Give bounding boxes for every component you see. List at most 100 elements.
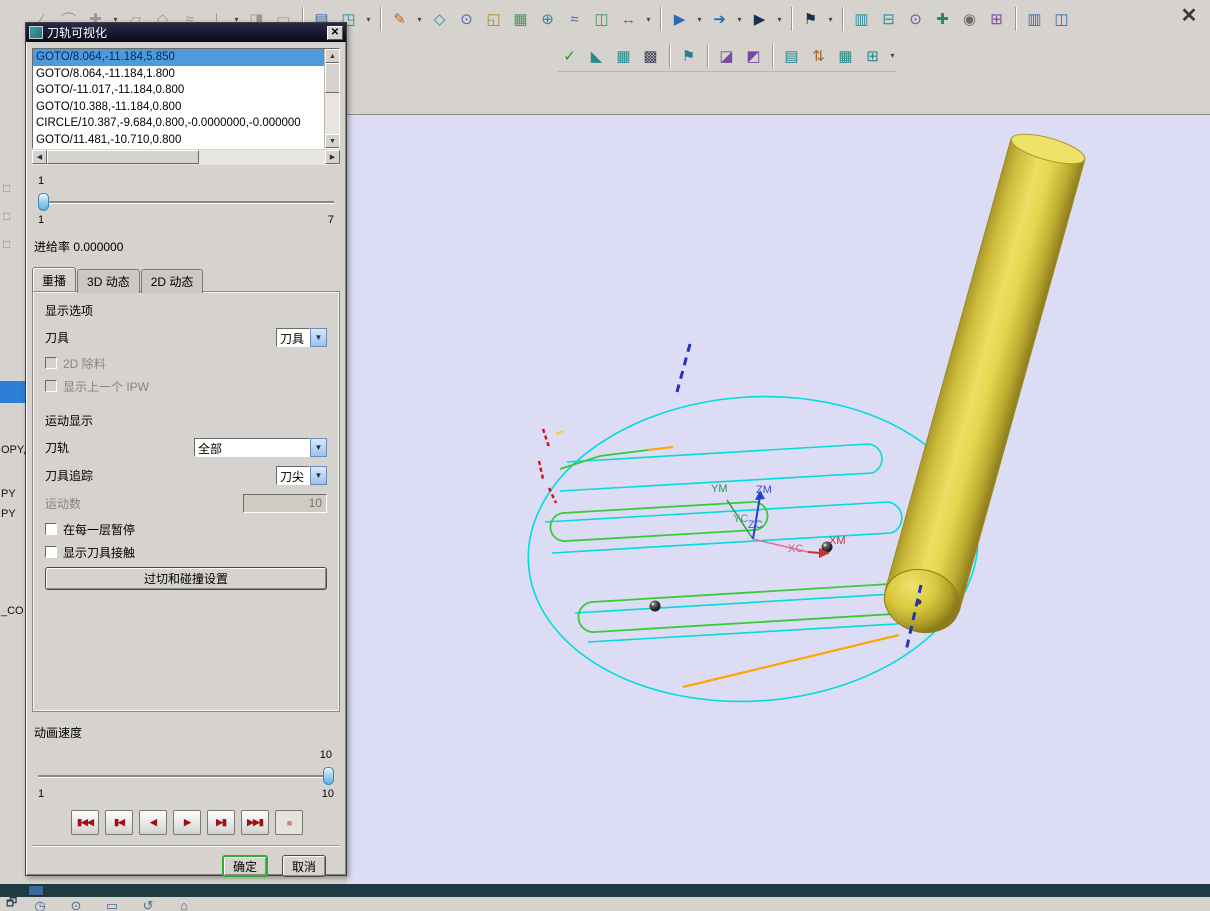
machine-sim-icon[interactable]: ▦ <box>612 44 635 67</box>
navigator-selected-row[interactable] <box>0 381 25 403</box>
move-icon[interactable]: ↔ <box>617 8 640 31</box>
history-icon[interactable]: ◷ <box>30 898 50 911</box>
scroll-down-button[interactable]: ▼ <box>325 134 339 148</box>
dropdown-caret-icon[interactable]: ▾ <box>775 15 784 24</box>
blend-icon[interactable]: ≈ <box>563 8 586 31</box>
workpiece-icon[interactable]: ▦ <box>834 44 857 67</box>
toolpath-display-combo[interactable]: 全部 ▼ <box>194 437 327 457</box>
dropdown-caret-icon[interactable]: ▾ <box>826 15 835 24</box>
dropdown-caret-icon[interactable]: ▾ <box>415 15 424 24</box>
step-forward-button[interactable]: ▶▮ <box>207 810 235 835</box>
add-icon[interactable]: ✚ <box>931 8 954 31</box>
slider-thumb[interactable] <box>323 767 334 785</box>
slider-groove[interactable] <box>38 775 334 777</box>
copy-face-icon[interactable]: ◫ <box>590 8 613 31</box>
navigator-node-icon[interactable]: □ <box>3 181 19 197</box>
shop-doc-icon[interactable]: ◪ <box>715 44 738 67</box>
sync-icon[interactable]: ⇅ <box>807 44 830 67</box>
scroll-right-button[interactable]: ▶ <box>325 150 340 164</box>
pause-each-level-option[interactable]: 在每一层暂停 <box>45 521 327 537</box>
dropdown-caret-icon[interactable]: ▾ <box>888 51 897 60</box>
window-icon[interactable]: ▥ <box>1023 8 1046 31</box>
toolpath-list-item[interactable]: CIRCLE/10.387,-9.684,0.800,-0.0000000,-0… <box>33 115 324 132</box>
measure-icon[interactable]: ⊙ <box>904 8 927 31</box>
cl-output-icon[interactable]: ◩ <box>742 44 765 67</box>
operation-list-icon[interactable]: ▤ <box>780 44 803 67</box>
close-icon[interactable]: ✕ <box>1176 2 1202 28</box>
chevron-down-icon[interactable]: ▼ <box>310 327 327 347</box>
toolpath-list-item[interactable]: GOTO/8.064,-11.184,1.800 <box>33 66 324 83</box>
chevron-down-icon[interactable]: ▼ <box>310 437 327 457</box>
user-icon[interactable]: ⊙ <box>66 898 86 911</box>
dropdown-caret-icon[interactable]: ▾ <box>695 15 704 24</box>
post-icon[interactable]: ▩ <box>639 44 662 67</box>
go-to-start-button[interactable]: ▮◀◀ <box>71 810 99 835</box>
toolpath-list-item[interactable]: GOTO/8.064,-11.184,5.850 <box>33 49 324 66</box>
undo-nav-icon[interactable]: ↺ <box>138 898 158 911</box>
section-icon[interactable]: ⊟ <box>877 8 900 31</box>
dialog-close-button[interactable]: ✕ <box>327 25 343 40</box>
window-restore-icon[interactable]: 🗗 <box>6 893 22 909</box>
panel-icon[interactable]: ▭ <box>102 898 122 911</box>
chevron-down-icon[interactable]: ▼ <box>310 465 327 485</box>
cancel-button[interactable]: 取消 <box>281 855 326 877</box>
frame-slider[interactable] <box>38 193 334 211</box>
dropdown-caret-icon[interactable]: ▾ <box>735 15 744 24</box>
go-to-end-button[interactable]: ▶▶▮ <box>241 810 269 835</box>
graphics-viewport[interactable]: YM ZM YC ZC XC XM <box>347 114 1210 885</box>
postprocess-icon[interactable]: ▶ <box>748 8 771 31</box>
generate-toolpath-icon[interactable]: ▶ <box>668 8 691 31</box>
play-back-button[interactable]: ◀ <box>139 810 167 835</box>
list-horizontal-scrollbar[interactable]: ◀ ▶ <box>32 150 340 165</box>
speed-slider[interactable] <box>38 767 334 785</box>
tool-display-combo[interactable]: 刀具 ▼ <box>276 327 327 347</box>
step-back-button[interactable]: ▮◀ <box>105 810 133 835</box>
navigator-node-icon[interactable]: □ <box>3 237 19 253</box>
zoom-icon[interactable]: ◉ <box>958 8 981 31</box>
home-icon[interactable]: ⌂ <box>174 898 194 911</box>
checkbox-pause-each-level[interactable] <box>45 523 57 535</box>
scroll-up-button[interactable]: ▲ <box>325 49 339 63</box>
dropdown-caret-icon[interactable]: ▾ <box>364 15 373 24</box>
dropdown-caret-icon[interactable]: ▾ <box>644 15 653 24</box>
gouge-collision-settings-button[interactable]: 过切和碰撞设置 <box>45 567 327 590</box>
show-tool-contact-option[interactable]: 显示刀具接触 <box>45 544 327 560</box>
checkbox-show-tool-contact[interactable] <box>45 546 57 558</box>
navigator-item-fragment[interactable]: PY <box>1 488 16 500</box>
navigator-item-fragment[interactable]: _CO <box>1 605 24 617</box>
flag-icon[interactable]: ⚑ <box>799 8 822 31</box>
verify-toolpath-icon[interactable]: ✓ <box>558 44 581 67</box>
toolpath-list-item[interactable]: GOTO/10.388,-11.184,0.800 <box>33 99 324 116</box>
tab-3d-dynamic[interactable]: 3D 动态 <box>77 269 140 293</box>
toolpath-list-item[interactable]: GOTO/11.481,-10.710,0.800 <box>33 132 324 149</box>
unite-icon[interactable]: ⊕ <box>536 8 559 31</box>
edit-display-icon[interactable]: ⊞ <box>861 44 884 67</box>
tab-2d-dynamic[interactable]: 2D 动态 <box>140 269 204 293</box>
scroll-left-button[interactable]: ◀ <box>32 150 47 164</box>
slider-thumb[interactable] <box>38 193 49 211</box>
tile-icon[interactable]: ◫ <box>1050 8 1073 31</box>
grid-purple-icon[interactable]: ⊞ <box>985 8 1008 31</box>
scrollbar-thumb[interactable] <box>325 63 339 93</box>
analysis-icon[interactable]: ▥ <box>850 8 873 31</box>
ok-button[interactable]: 确定 <box>221 855 268 877</box>
navigator-item-fragment[interactable]: PY <box>1 508 16 520</box>
datum-plane-icon[interactable]: ◇ <box>428 8 451 31</box>
output-cl-icon[interactable]: ➔ <box>708 8 731 31</box>
toolpath-command-list[interactable]: GOTO/8.064,-11.184,5.850 GOTO/8.064,-11.1… <box>32 48 340 149</box>
flag-icon[interactable]: ⚑ <box>677 44 700 67</box>
dialog-titlebar[interactable]: 刀轨可视化 ✕ <box>26 23 346 42</box>
simulate-icon[interactable]: ◣ <box>585 44 608 67</box>
play-forward-button[interactable]: ▶ <box>173 810 201 835</box>
toolpath-list-item[interactable]: GOTO/-11.017,-11.184,0.800 <box>33 82 324 99</box>
tool-track-combo[interactable]: 刀尖 ▼ <box>276 465 327 485</box>
hole-icon[interactable]: ⊙ <box>455 8 478 31</box>
navigator-item-fragment[interactable]: OPY, <box>1 444 25 456</box>
list-vertical-scrollbar[interactable]: ▲ ▼ <box>324 49 339 148</box>
scrollbar-thumb[interactable] <box>47 150 199 164</box>
navigator-node-icon[interactable]: □ <box>3 209 19 225</box>
sketch-icon[interactable]: ✎ <box>388 8 411 31</box>
slider-groove[interactable] <box>38 201 334 203</box>
tab-replay[interactable]: 重播 <box>32 267 77 291</box>
extrude-icon[interactable]: ◱ <box>482 8 505 31</box>
